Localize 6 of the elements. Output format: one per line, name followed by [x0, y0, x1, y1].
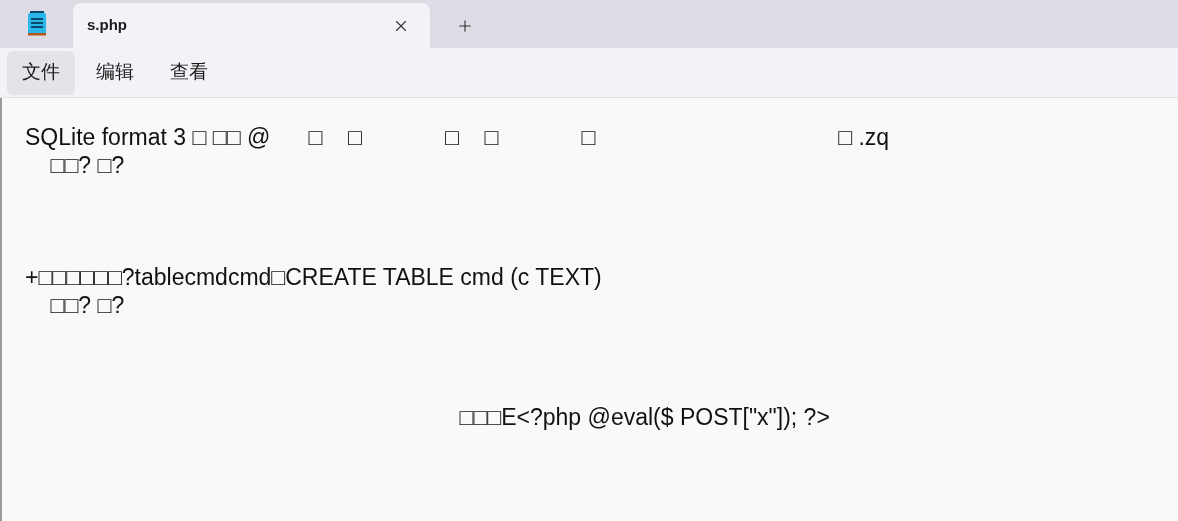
menu-item[interactable]: 查看: [155, 50, 223, 95]
tab-title: s.php: [87, 15, 128, 36]
file-tab[interactable]: s.php: [73, 3, 430, 48]
menu-item[interactable]: 编辑: [81, 50, 149, 95]
notepad-icon: [26, 11, 47, 37]
menu-item[interactable]: 文件: [7, 50, 75, 95]
